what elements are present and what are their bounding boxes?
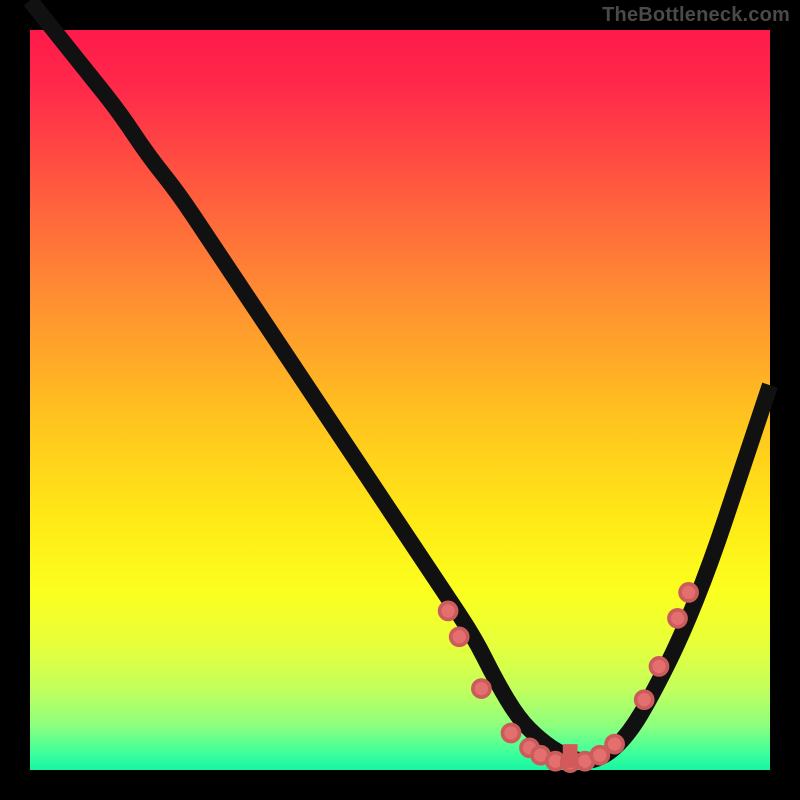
data-marker — [650, 658, 667, 675]
chart-svg — [30, 30, 770, 770]
data-marker — [606, 736, 623, 753]
data-marker — [680, 584, 697, 601]
data-marker — [451, 628, 468, 645]
plot-area — [30, 30, 770, 770]
watermark-text: TheBottleneck.com — [602, 4, 790, 27]
data-marker — [636, 691, 653, 708]
data-marker — [440, 602, 457, 619]
bottleneck-curve — [30, 0, 770, 760]
data-marker — [473, 680, 490, 697]
chart-frame: TheBottleneck.com — [0, 0, 800, 800]
data-marker — [669, 610, 686, 627]
data-marker — [502, 724, 519, 741]
